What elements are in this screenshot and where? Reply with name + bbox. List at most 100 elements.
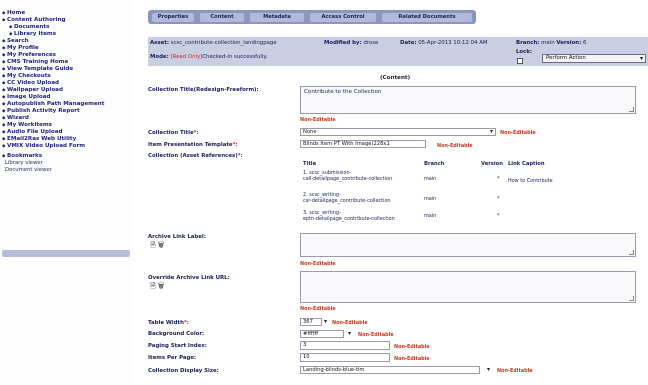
sidebar-item-content-authoring[interactable]: ◆ Content Authoring	[2, 17, 65, 24]
sidebar-item-my-checkouts[interactable]: ◆ My Checkouts	[2, 73, 51, 80]
chevron-down-icon[interactable]: ▾	[490, 128, 493, 135]
collection-title-redesign-label: Collection Title(Redesign-Freeform):	[148, 87, 259, 93]
sidebar-item-label: Image Upload	[7, 94, 51, 100]
non-editable-note: Non-Editable	[437, 143, 473, 149]
modified-date: Date: 05-Apr-2013 10:12:04 AM	[400, 40, 488, 46]
collection-refs-label: Collection (Asset References)*:	[148, 153, 243, 159]
sidebar-item-library-viewer[interactable]: Library viewer	[5, 160, 43, 167]
table-width-select[interactable]: 367	[300, 318, 322, 326]
override-archive-url-label: Override Archive Link URL:	[148, 275, 230, 281]
sidebar-item-label: Document viewer	[5, 167, 52, 173]
archive-link-icons: 🗎 🗑	[150, 241, 164, 252]
sidebar-item-label: Library Items	[14, 31, 57, 37]
sidebar-item-label: My Profile	[7, 45, 39, 51]
ref-version-cell: *	[497, 176, 500, 182]
sidebar-item-cms-training-home[interactable]: ◆ CMS Training Home	[2, 59, 68, 66]
sidebar-item-search[interactable]: ◆ Search	[2, 38, 29, 45]
tab-related-documents[interactable]: Related Documents	[382, 13, 472, 22]
non-editable-note: Non-Editable	[300, 117, 336, 123]
collection-title-label: Collection Title*:	[148, 130, 199, 136]
col-header-title: Title	[303, 161, 317, 167]
ref-title-cell[interactable]: 2. scsc_writing-csr-detailpage_contribut…	[303, 192, 391, 204]
document-icon[interactable]: 🗎	[150, 282, 156, 290]
sidebar-item-label: Library viewer	[5, 160, 43, 166]
sidebar-item-publish-activity-report[interactable]: ◆ Publish Activity Report	[2, 108, 80, 115]
paging-start-input[interactable]: 3	[300, 341, 390, 350]
sidebar-item-image-upload[interactable]: ◆ Image Upload	[2, 94, 51, 101]
chevron-down-icon[interactable]: ▾	[324, 318, 327, 325]
non-editable-note: Non-Editable	[394, 344, 430, 350]
sidebar-item-label: VMIX Video Upload Form	[7, 143, 86, 149]
lock-checkbox[interactable]	[517, 58, 523, 64]
tab-metadata[interactable]: Metadata	[250, 13, 304, 22]
sidebar-item-home[interactable]: ◆ Home	[2, 10, 25, 17]
sidebar-item-label: Search	[7, 38, 29, 44]
col-header-branch: Branch	[424, 161, 445, 167]
item-template-select[interactable]: Blinds Item PT With Image(228x1	[300, 140, 426, 148]
display-size-label: Collection Display Size:	[148, 368, 219, 374]
paging-start-label: Paging Start Index:	[148, 343, 207, 349]
ref-title-cell[interactable]: 3. scsc_writing-eptn-detailpage_contribu…	[303, 210, 395, 222]
sidebar-item-document-viewer[interactable]: Document viewer	[5, 167, 52, 174]
collection-title-select[interactable]: None	[300, 128, 496, 136]
sidebar-item-wizard[interactable]: ◆ Wizard	[2, 115, 29, 122]
ref-title-cell[interactable]: 1. scsc_submission-call-detailpage_contr…	[303, 170, 392, 182]
sidebar-item-autopublish-path-management[interactable]: ◆ Autopublish Path Management	[2, 101, 104, 108]
ref-caption-cell: How to Contribute	[508, 178, 553, 184]
sidebar-item-bookmarks[interactable]: ◆ Bookmarks	[2, 153, 42, 160]
sidebar-item-label: My Workitems	[7, 122, 52, 128]
sidebar-item-label: Autopublish Path Management	[7, 101, 105, 107]
tab-content[interactable]: Content	[200, 13, 244, 22]
sidebar-item-label: View Template Guide	[7, 66, 74, 72]
section-title: (Content)	[380, 75, 411, 81]
background-color-label: Background Color:	[148, 331, 205, 337]
tab-access-control[interactable]: Access Control	[310, 13, 376, 22]
sidebar-item-vmix-video-upload-form[interactable]: ◆ VMIX Video Upload Form	[2, 143, 85, 150]
items-per-page-label: Items Per Page:	[148, 355, 197, 361]
sidebar-item-label: Publish Activity Report	[7, 108, 80, 114]
sidebar-item-label: Content Authoring	[7, 17, 66, 23]
sidebar-item-my-workitems[interactable]: ◆ My Workitems	[2, 122, 52, 129]
sidebar-item-view-template-guide[interactable]: ◆ View Template Guide	[2, 66, 73, 73]
sidebar-item-label: Wizard	[7, 115, 29, 121]
ref-branch-cell: main	[424, 196, 437, 202]
sidebar-item-my-preferences[interactable]: ◆ My Preferences	[2, 52, 56, 59]
trash-icon[interactable]: 🗑	[158, 241, 164, 249]
sidebar-item-label: CMS Training Home	[7, 59, 69, 65]
sidebar-item-audio-file-upload[interactable]: ◆ Audio File Upload	[2, 129, 63, 136]
sidebar-item-label: My Preferences	[7, 52, 57, 58]
chevron-down-icon[interactable]: ▾	[348, 330, 351, 337]
items-per-page-input[interactable]: 10	[300, 353, 390, 362]
sidebar-item-documents[interactable]: ◆ Documents	[9, 24, 49, 31]
branch-version: Branch: main Version: 6	[516, 40, 587, 46]
non-editable-note: Non-Editable	[300, 261, 336, 267]
ref-branch-cell: main	[424, 176, 437, 182]
mode-status: Mode: [Read Only]Checked-in successfully…	[150, 54, 268, 60]
archive-link-label-field[interactable]	[300, 233, 636, 257]
chevron-down-icon[interactable]: ▾	[487, 366, 490, 373]
display-size-select[interactable]: Landing-blinds-blue-tim	[300, 366, 480, 374]
document-icon[interactable]: 🗎	[150, 241, 156, 249]
ref-version-cell: *	[497, 213, 500, 219]
sidebar-item-wallpaper-upload[interactable]: ◆ Wallpaper Upload	[2, 87, 63, 94]
sidebar-item-label: EMail2Ras Web Utility	[7, 136, 77, 142]
non-editable-note: Non-Editable	[500, 130, 536, 136]
sidebar-item-my-profile[interactable]: ◆ My Profile	[2, 45, 39, 52]
non-editable-note: Non-Editable	[300, 306, 336, 312]
trash-icon[interactable]: 🗑	[158, 282, 164, 290]
sidebar-item-label: CC Video Upload	[7, 80, 59, 86]
override-archive-url-field[interactable]	[300, 271, 636, 303]
table-width-label: Table Width*:	[148, 320, 189, 326]
sidebar-item-library-items[interactable]: ◆ Library Items	[9, 31, 56, 38]
item-template-label: Item Presentation Template*:	[148, 142, 238, 148]
perform-action-select[interactable]: Perform Action	[542, 54, 646, 63]
background-color-select[interactable]: #ffffff	[300, 330, 344, 338]
tab-bar: Properties Content Metadata Access Contr…	[148, 10, 476, 24]
sidebar-item-label: Wallpaper Upload	[7, 87, 63, 93]
sidebar-item-email2ras-web-utility[interactable]: ◆ EMail2Ras Web Utility	[2, 136, 76, 143]
tab-properties[interactable]: Properties	[152, 13, 194, 22]
col-header-version: Version	[481, 161, 503, 167]
sidebar-item-label: Bookmarks	[7, 153, 43, 159]
sidebar-item-cc-video-upload[interactable]: ◆ CC Video Upload	[2, 80, 59, 87]
collection-title-redesign-field[interactable]: Contribute to the Collection	[300, 86, 636, 114]
